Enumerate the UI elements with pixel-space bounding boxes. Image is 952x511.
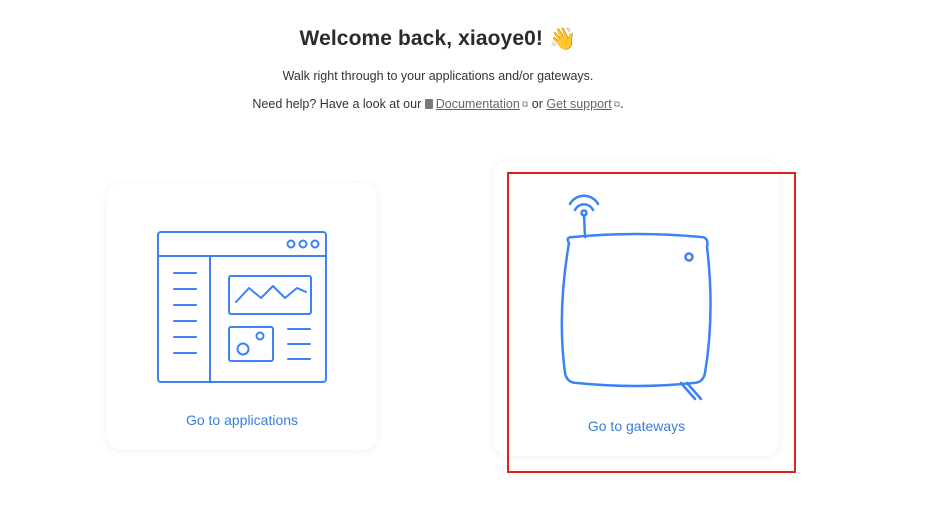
- welcome-page: Welcome back, xiaoye0! 👋 Walk right throu…: [0, 0, 952, 511]
- help-line: Need help? Have a look at our Documentat…: [0, 97, 876, 111]
- go-to-applications-label[interactable]: Go to applications: [107, 412, 377, 428]
- go-to-applications-card[interactable]: Go to applications: [107, 183, 377, 450]
- go-to-gateways-card[interactable]: Go to gateways: [494, 161, 779, 456]
- go-to-gateways-label[interactable]: Go to gateways: [494, 418, 779, 434]
- external-link-icon: ⧉: [521, 99, 529, 109]
- documentation-link[interactable]: Documentation: [436, 97, 520, 111]
- book-icon: [424, 99, 433, 109]
- application-window-icon: [157, 231, 327, 383]
- page-title: Welcome back, xiaoye0! 👋: [0, 26, 876, 52]
- welcome-subtitle: Walk right through to your applications …: [282, 69, 594, 83]
- help-or: or: [531, 97, 543, 111]
- waving-hand-icon: 👋: [548, 26, 577, 51]
- gateway-device-icon: [560, 194, 712, 401]
- help-period: .: [620, 97, 624, 111]
- help-prefix: Need help? Have a look at our: [252, 97, 422, 111]
- page-title-text: Welcome back, xiaoye0!: [299, 27, 543, 50]
- get-support-link[interactable]: Get support: [546, 97, 611, 111]
